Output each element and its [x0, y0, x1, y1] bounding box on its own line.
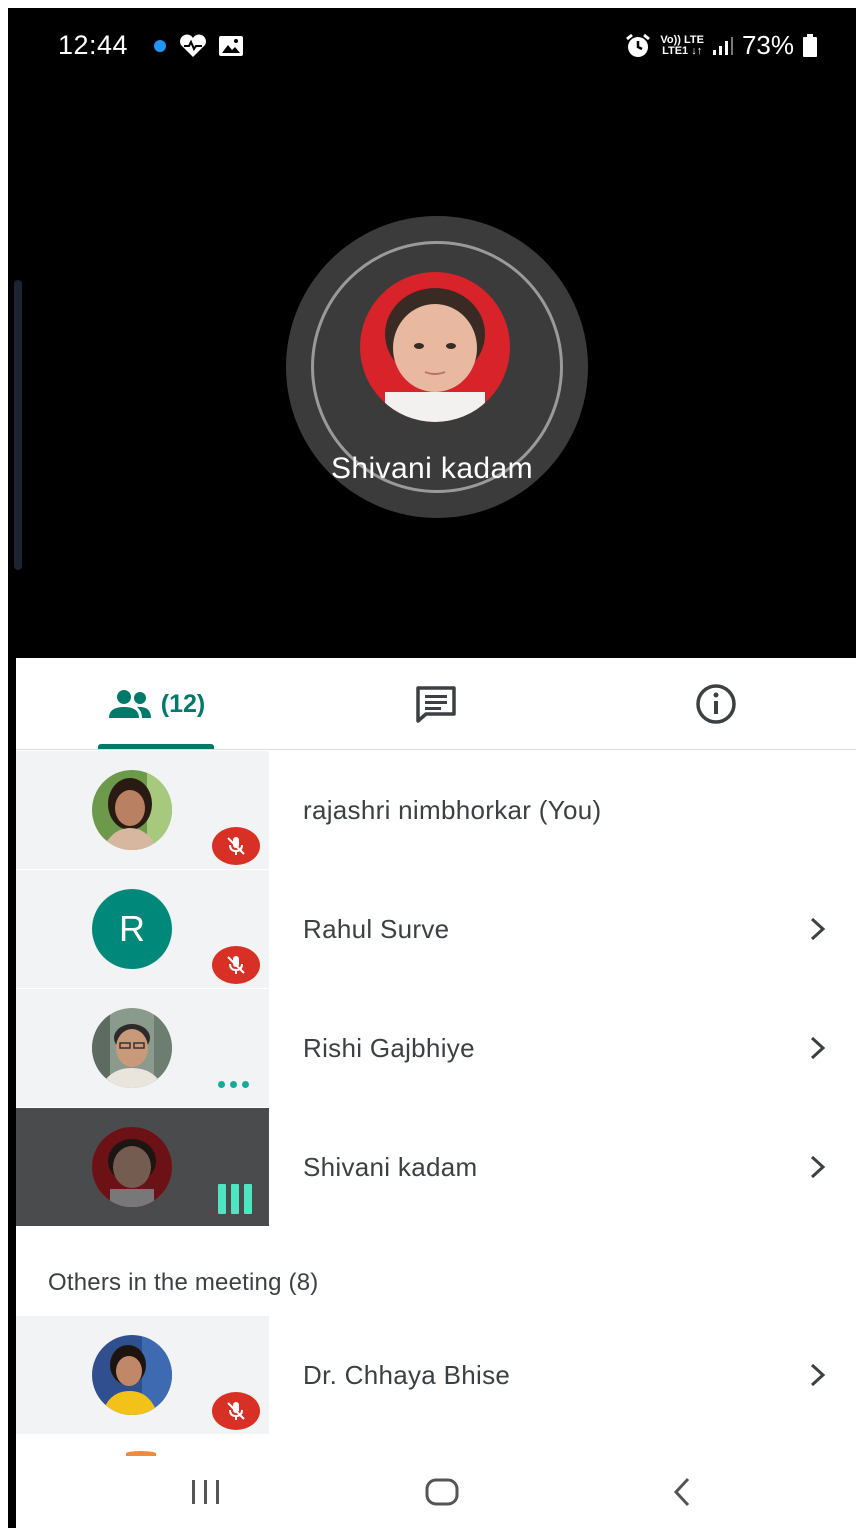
participant-row[interactable]: R Rahul Surve	[16, 870, 856, 988]
network-bottom-text: LTE1 ↓↑	[662, 44, 703, 57]
tab-active-indicator	[98, 744, 214, 749]
participant-row[interactable]: Shivani kadam	[16, 1108, 856, 1226]
participant-name: Rishi Gajbhiye	[303, 1032, 475, 1063]
avatar	[92, 1335, 172, 1415]
speaking-indicator-icon	[218, 1184, 252, 1214]
back-button[interactable]	[652, 1472, 712, 1512]
info-icon	[696, 684, 736, 724]
recent-apps-button[interactable]	[176, 1472, 236, 1512]
active-speaker-name: Shivani kadam	[331, 452, 533, 485]
recent-apps-icon	[192, 1480, 219, 1504]
side-panel-handle[interactable]	[14, 280, 22, 570]
people-icon	[108, 690, 151, 718]
tab-chat[interactable]	[396, 658, 476, 750]
battery-icon	[803, 33, 817, 57]
participant-name: rajashri nimbhorkar (You)	[303, 794, 602, 825]
home-icon	[425, 1478, 459, 1506]
next-avatar-peek	[126, 1451, 156, 1456]
notification-icons	[152, 34, 244, 58]
participant-name: Rahul Surve	[303, 913, 450, 944]
status-bar: 12:44 Vo)) LTE LTE1 ↓↑ 73%	[8, 8, 856, 80]
chat-icon	[416, 686, 456, 723]
battery-percent: 73%	[741, 30, 794, 60]
others-section-label: Others in the meeting (8)	[48, 1269, 319, 1296]
speaker-avatar	[360, 272, 510, 422]
participant-avatar-area	[16, 1108, 269, 1226]
alarm-icon	[626, 33, 651, 57]
mic-off-icon	[227, 956, 245, 974]
participants-panel: (12) rajashri nimbhorkar (You) R Rahul S…	[16, 658, 856, 1528]
muted-badge	[212, 946, 260, 984]
network-top-text: Vo)) LTE	[660, 33, 704, 46]
tab-people[interactable]: (12)	[96, 658, 216, 750]
participant-row[interactable]: Rishi Gajbhiye	[16, 989, 856, 1107]
connecting-dots	[218, 1081, 249, 1088]
chevron-right-icon[interactable]	[806, 914, 830, 944]
phone-screen: 12:44 Vo)) LTE LTE1 ↓↑ 73% Shivani kadam…	[8, 8, 856, 1528]
heart-icon	[180, 34, 206, 57]
participant-name: Dr. Chhaya Bhise	[303, 1359, 511, 1390]
chevron-right-icon[interactable]	[806, 1152, 830, 1182]
panel-tabbar: (12)	[16, 658, 856, 750]
network-indicator: Vo)) LTE LTE1 ↓↑	[660, 33, 704, 57]
participant-avatar-area	[16, 751, 269, 869]
status-time: 12:44	[58, 30, 129, 60]
participant-row[interactable]: Dr. Chhaya Bhise	[16, 1316, 856, 1434]
avatar	[92, 1008, 172, 1088]
chevron-right-icon[interactable]	[806, 1033, 830, 1063]
avatar	[92, 770, 172, 850]
system-navbar	[16, 1458, 856, 1528]
avatar	[92, 1127, 172, 1207]
participant-name: Shivani kadam	[303, 1151, 478, 1182]
status-right: Vo)) LTE LTE1 ↓↑ 73%	[624, 30, 818, 61]
image-icon	[219, 36, 243, 56]
participant-avatar-area	[16, 1316, 269, 1434]
muted-badge	[212, 1392, 260, 1430]
tab-info[interactable]	[676, 658, 756, 750]
avatar: R	[92, 889, 172, 969]
participant-avatar-area: R	[16, 870, 269, 988]
dot-icon	[154, 40, 166, 52]
signal-icon	[712, 36, 733, 55]
participant-avatar-area	[16, 989, 269, 1107]
mic-off-icon	[227, 837, 245, 855]
chevron-right-icon[interactable]	[806, 1360, 830, 1390]
muted-badge	[212, 827, 260, 865]
home-button[interactable]	[412, 1472, 472, 1512]
video-stage[interactable]: Shivani kadam	[8, 80, 856, 658]
back-icon	[673, 1477, 690, 1507]
participant-row[interactable]: rajashri nimbhorkar (You)	[16, 751, 856, 869]
mic-off-icon	[227, 1402, 245, 1420]
people-count: (12)	[160, 689, 206, 718]
